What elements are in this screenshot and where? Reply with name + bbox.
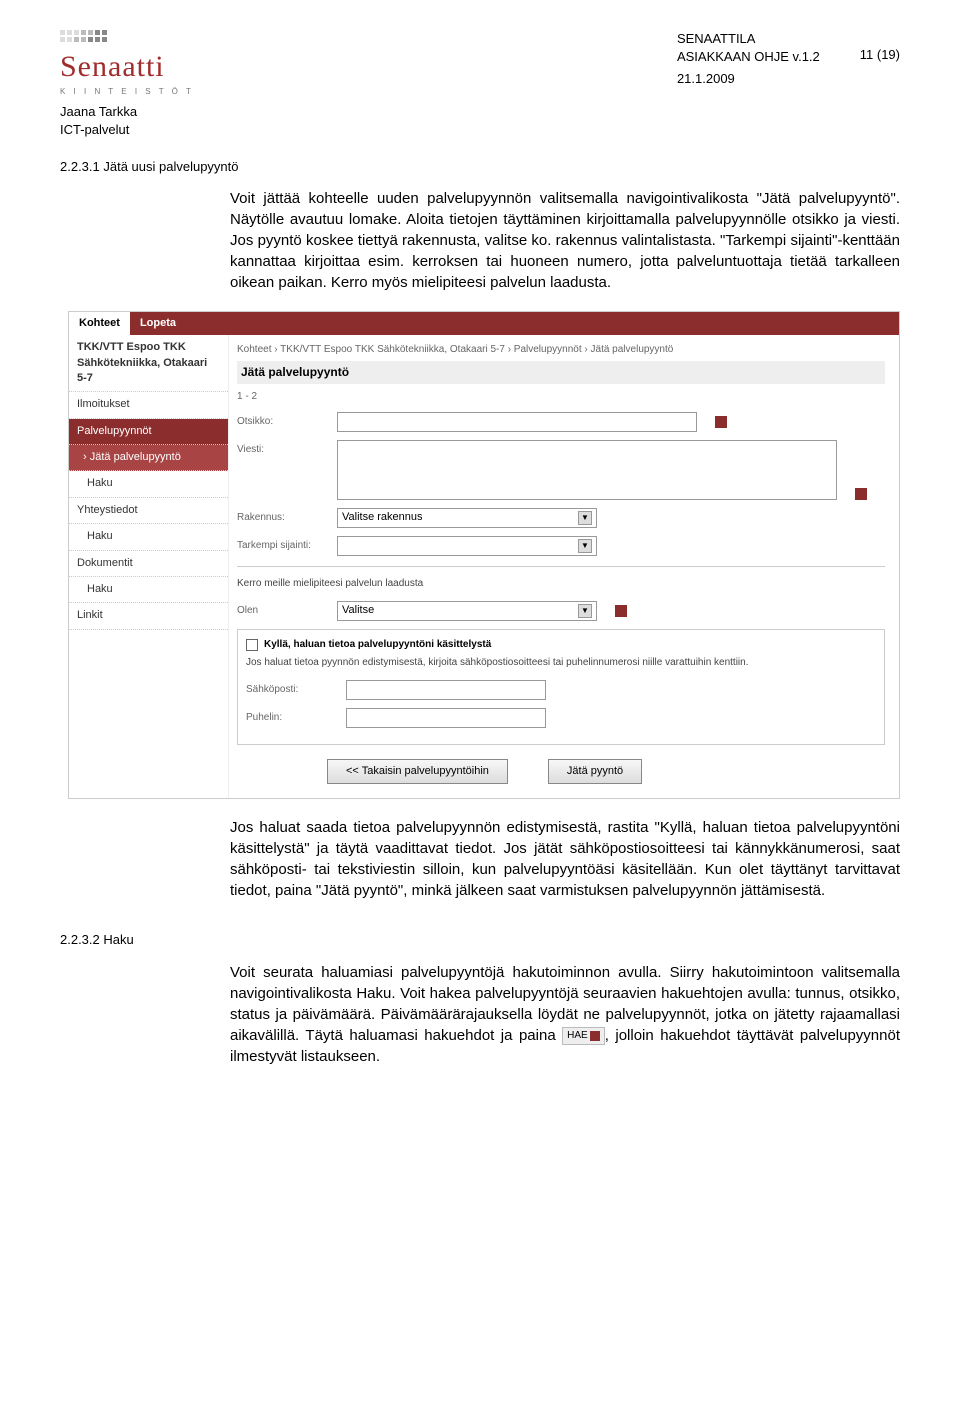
sidebar-item-haku-2[interactable]: Haku	[69, 524, 228, 550]
select-rakennus[interactable]: Valitse rakennus ▼	[337, 508, 597, 528]
sidebar-item-linkit[interactable]: Linkit	[69, 603, 228, 629]
content-pane: Kohteet › TKK/VTT Espoo TKK Sähkötekniik…	[229, 335, 899, 798]
author: Jaana Tarkka	[60, 103, 900, 121]
label-otsikko: Otsikko:	[237, 412, 327, 429]
checkbox-notify[interactable]	[246, 639, 258, 651]
logo-block: Senaatti K I I N T E I S T Ö T	[60, 30, 194, 97]
label-viesti: Viesti:	[237, 440, 327, 457]
label-puhelin: Puhelin:	[246, 708, 336, 725]
page-range: 1 - 2	[237, 390, 885, 404]
paragraph: Jos haluat saada tietoa palvelupyynnön e…	[230, 817, 900, 901]
label-rakennus: Rakennus:	[237, 508, 327, 525]
input-puhelin[interactable]	[346, 708, 546, 728]
app-screenshot: Kohteet Lopeta TKK/VTT Espoo TKK Sähköte…	[68, 311, 900, 800]
logo-dots-icon	[60, 30, 194, 42]
logo-text: Senaatti	[60, 46, 194, 88]
doc-author-block: Jaana Tarkka ICT-palvelut	[60, 103, 900, 139]
required-icon	[855, 488, 867, 500]
required-icon	[715, 416, 727, 428]
paragraph: Voit jättää kohteelle uuden palvelupyynn…	[230, 188, 900, 293]
sidebar-item-haku-3[interactable]: Haku	[69, 577, 228, 603]
doc-title: SENAATTILA	[677, 30, 820, 48]
section-heading-2: 2.2.3.2 Haku	[60, 931, 900, 949]
sidebar-item-dokumentit[interactable]: Dokumentit	[69, 551, 228, 577]
doc-date: 21.1.2009	[677, 70, 820, 88]
logo-subtext: K I I N T E I S T Ö T	[60, 86, 194, 97]
top-tabbar: Kohteet Lopeta	[69, 312, 899, 335]
input-sahkoposti[interactable]	[346, 680, 546, 700]
sidebar-kohde-title: TKK/VTT Espoo TKK Sähkötekniikka, Otakaa…	[69, 335, 228, 392]
checkbox-label: Kyllä, haluan tietoa palvelupyyntöni käs…	[264, 638, 491, 652]
sidebar-item-haku-1[interactable]: Haku	[69, 471, 228, 497]
sidebar-item-palvelupyynnot[interactable]: Palvelupyynnöt	[69, 419, 228, 445]
label-olen: Olen	[237, 601, 327, 618]
doc-meta-right: SENAATTILA ASIAKKAAN OHJE v.1.2 21.1.200…	[677, 30, 900, 89]
chevron-down-icon: ▼	[578, 511, 592, 525]
hae-button-icon: HAE	[562, 1027, 605, 1045]
input-otsikko[interactable]	[337, 412, 697, 432]
sidebar: TKK/VTT Espoo TKK Sähkötekniikka, Otakaa…	[69, 335, 229, 798]
select-olen[interactable]: Valitse ▼	[337, 601, 597, 621]
doc-subtitle: ASIAKKAAN OHJE v.1.2	[677, 48, 820, 66]
breadcrumb: Kohteet › TKK/VTT Espoo TKK Sähkötekniik…	[237, 343, 885, 357]
textarea-viesti[interactable]	[337, 440, 837, 500]
label-sahkoposti: Sähköposti:	[246, 680, 336, 697]
submit-button[interactable]: Jätä pyyntö	[548, 759, 642, 784]
select-sijainti[interactable]: ▼	[337, 536, 597, 556]
tab-lopeta[interactable]: Lopeta	[130, 312, 186, 335]
quality-intro: Kerro meille mielipiteesi palvelun laadu…	[237, 577, 885, 591]
notify-note: Jos haluat tietoa pyynnön edistymisestä,…	[246, 656, 876, 670]
search-icon	[590, 1031, 600, 1041]
sidebar-item-yhteystiedot[interactable]: Yhteystiedot	[69, 498, 228, 524]
back-button[interactable]: << Takaisin palvelupyyntöihin	[327, 759, 508, 784]
sidebar-item-jata-palvelupyynto[interactable]: › Jätä palvelupyyntö	[69, 445, 228, 471]
page-counter: 11 (19)	[860, 30, 900, 64]
chevron-down-icon: ▼	[578, 539, 592, 553]
paragraph: Voit seurata haluamiasi palvelupyyntöjä …	[230, 962, 900, 1067]
form-title: Jätä palvelupyyntö	[237, 361, 885, 384]
dept: ICT-palvelut	[60, 121, 900, 139]
chevron-down-icon: ▼	[578, 604, 592, 618]
notify-box: Kyllä, haluan tietoa palvelupyyntöni käs…	[237, 629, 885, 745]
section-heading-1: 2.2.3.1 Jätä uusi palvelupyyntö	[60, 158, 900, 176]
tab-kohteet[interactable]: Kohteet	[69, 312, 130, 335]
required-icon	[615, 605, 627, 617]
doc-header: Senaatti K I I N T E I S T Ö T SENAATTIL…	[60, 30, 900, 97]
sidebar-item-ilmoitukset[interactable]: Ilmoitukset	[69, 392, 228, 418]
label-sijainti: Tarkempi sijainti:	[237, 536, 327, 553]
